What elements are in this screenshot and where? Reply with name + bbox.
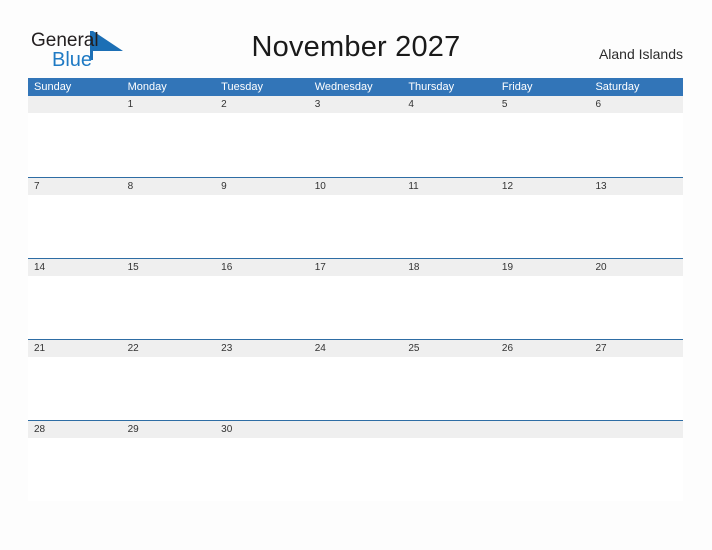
day-cell[interactable]: 3: [308, 96, 403, 177]
day-number: 10: [314, 181, 326, 192]
day-cell[interactable]: 21: [28, 340, 122, 420]
day-cell[interactable]: 14: [28, 259, 122, 339]
day-number: 11: [408, 181, 419, 192]
weekday-header-monday: Monday: [127, 81, 167, 93]
day-cell[interactable]: 29: [121, 421, 216, 501]
day-band: [28, 178, 122, 195]
day-cell[interactable]: [28, 96, 122, 177]
day-band: [495, 96, 590, 113]
page-header: General Blue November 2027 Aland Islands: [0, 0, 712, 78]
day-number: 20: [595, 262, 607, 273]
day-band: [308, 96, 403, 113]
weekday-header-wednesday: Wednesday: [314, 81, 373, 93]
day-number: 15: [127, 262, 139, 273]
day-number: 23: [221, 343, 233, 354]
day-number: 22: [127, 343, 139, 354]
day-cell[interactable]: [495, 421, 590, 501]
day-number: 16: [221, 262, 233, 273]
weekday-header-row: Sunday Monday Tuesday Wednesday Thursday…: [28, 78, 683, 96]
day-cell[interactable]: 16: [215, 259, 309, 339]
weekday-header-thursday: Thursday: [408, 81, 455, 93]
week-row: 28 29 30: [28, 420, 684, 501]
day-number: 18: [408, 262, 420, 273]
day-band: [589, 96, 684, 113]
day-number: 1: [127, 99, 134, 110]
week-row: 14 15 16 17 18 19 20: [28, 258, 684, 339]
day-cell[interactable]: 25: [402, 340, 496, 420]
day-cell[interactable]: 7: [28, 178, 122, 258]
calendar-table: Sunday Monday Tuesday Wednesday Thursday…: [28, 78, 684, 501]
day-number: 27: [595, 343, 607, 354]
day-cell[interactable]: 10: [308, 178, 403, 258]
day-number: 9: [221, 181, 227, 192]
day-band: [215, 96, 309, 113]
day-cell[interactable]: 12: [495, 178, 590, 258]
weekday-header-sunday: Sunday: [34, 81, 72, 93]
week-row: 21 22 23 24 25 26 27: [28, 339, 684, 420]
day-cell[interactable]: 4: [402, 96, 496, 177]
day-cell[interactable]: 19: [495, 259, 590, 339]
day-cell[interactable]: 22: [121, 340, 216, 420]
locale-label: Aland Islands: [598, 46, 683, 62]
day-cell[interactable]: 8: [121, 178, 216, 258]
day-number: 29: [127, 424, 139, 435]
day-cell[interactable]: 13: [589, 178, 684, 258]
day-cell[interactable]: 30: [215, 421, 309, 501]
day-cell[interactable]: 26: [495, 340, 590, 420]
day-number: 17: [314, 262, 326, 273]
day-number: 24: [314, 343, 326, 354]
day-number: 19: [501, 262, 514, 273]
day-cell[interactable]: 17: [308, 259, 403, 339]
day-cell[interactable]: 11: [402, 178, 496, 258]
day-cell[interactable]: 23: [215, 340, 309, 420]
day-cell[interactable]: 20: [589, 259, 684, 339]
day-number: 26: [501, 343, 514, 354]
day-cell[interactable]: [308, 421, 403, 501]
week-row: 7 8 9 10 11 12 13: [28, 177, 684, 258]
day-number: 7: [34, 181, 40, 192]
weekday-header-friday: Friday: [501, 81, 533, 93]
day-band: [121, 96, 216, 113]
day-number: 4: [408, 99, 414, 110]
day-number: 14: [34, 262, 46, 273]
day-number: 3: [314, 99, 321, 110]
day-number: 12: [501, 181, 514, 192]
day-number: 8: [127, 181, 134, 192]
day-number: 2: [221, 99, 227, 110]
day-band: [402, 96, 496, 113]
day-number: 28: [34, 424, 46, 435]
day-number: 6: [595, 99, 602, 110]
day-band: [589, 421, 684, 438]
day-cell[interactable]: 27: [589, 340, 684, 420]
weekday-header-saturday: Saturday: [595, 81, 640, 93]
day-cell[interactable]: 1: [121, 96, 216, 177]
day-band: [121, 178, 216, 195]
day-cell[interactable]: 28: [28, 421, 122, 501]
week-row: 1 2 3 4 5 6: [28, 96, 684, 177]
day-band: [215, 178, 309, 195]
day-cell[interactable]: [589, 421, 684, 501]
day-cell[interactable]: [402, 421, 496, 501]
day-cell[interactable]: 2: [215, 96, 309, 177]
day-cell[interactable]: 18: [402, 259, 496, 339]
weekday-header-tuesday: Tuesday: [221, 81, 263, 93]
day-number: 21: [34, 343, 46, 354]
day-cell[interactable]: 15: [121, 259, 216, 339]
day-cell[interactable]: 6: [589, 96, 684, 177]
day-cell[interactable]: 5: [495, 96, 590, 177]
day-number: 25: [408, 343, 420, 354]
day-number: 30: [221, 424, 233, 435]
calendar-page: General Blue November 2027 Aland Islands…: [0, 0, 712, 550]
day-band: [308, 421, 403, 438]
day-cell[interactable]: 9: [215, 178, 309, 258]
day-number: 13: [595, 181, 607, 192]
day-band: [495, 421, 590, 438]
day-number: 5: [501, 99, 508, 110]
day-band: [28, 96, 122, 113]
day-band: [402, 421, 496, 438]
day-cell[interactable]: 24: [308, 340, 403, 420]
